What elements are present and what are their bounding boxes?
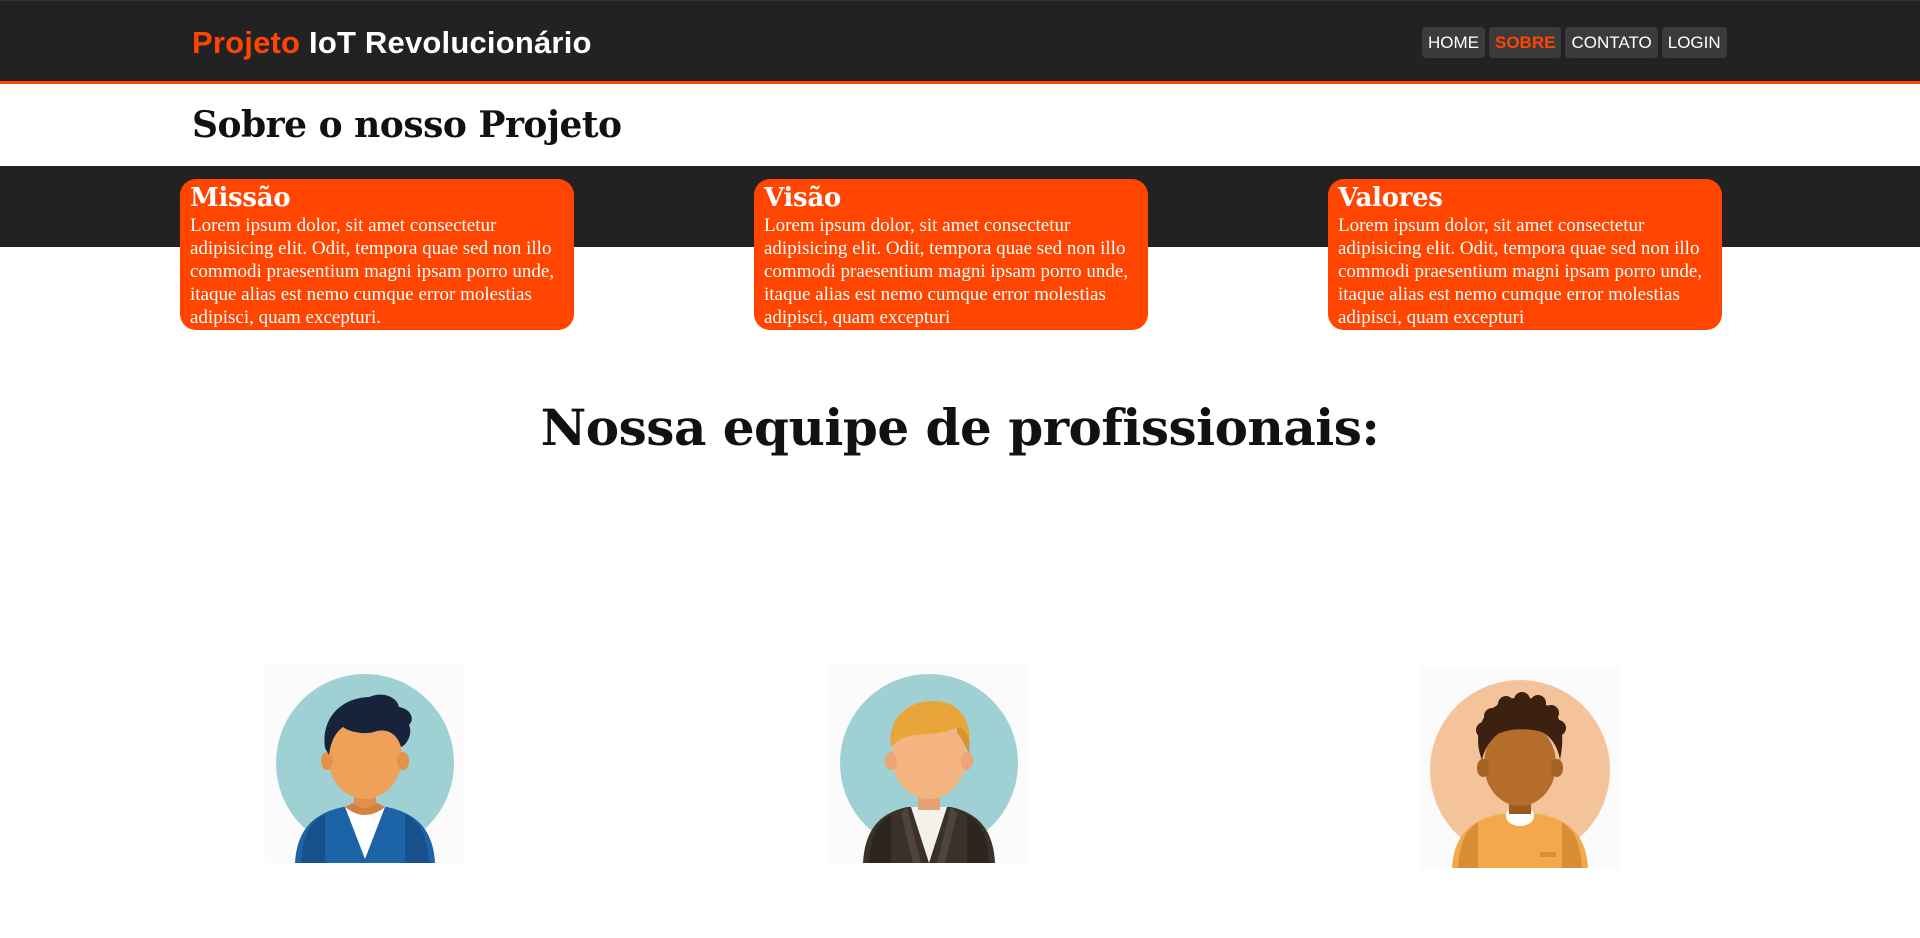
card-text: Lorem ipsum dolor, sit amet consectetur … (190, 215, 555, 328)
nav-sobre-button[interactable]: SOBRE (1489, 27, 1562, 58)
nav-contato-button[interactable]: CONTATO (1565, 27, 1658, 58)
card-missao: Missão Lorem ipsum dolor, sit amet conse… (180, 179, 574, 330)
team-heading: Nossa equipe de profissionais: (540, 398, 1380, 457)
brand-logo[interactable]: Projeto IoT Revolucionário (192, 25, 592, 61)
main-nav: HOME SOBRE CONTATO LOGIN (1422, 27, 1727, 58)
top-navbar: Projeto IoT Revolucionário HOME SOBRE CO… (0, 0, 1920, 84)
card-title: Missão (190, 183, 291, 213)
page-title: Sobre o nosso Projeto (192, 104, 622, 146)
male-avatar-black-hair-icon (276, 674, 454, 863)
male-avatar-blond-hair-icon (840, 674, 1018, 863)
team-member-avatar-3 (1420, 666, 1620, 868)
card-visao: Visão Lorem ipsum dolor, sit amet consec… (754, 179, 1148, 330)
brand-accent-text: Projeto (192, 25, 301, 60)
card-title: Valores (1338, 183, 1443, 213)
card-valores: Valores Lorem ipsum dolor, sit amet cons… (1328, 179, 1722, 330)
team-member-avatar-1 (265, 663, 465, 863)
nav-login-button[interactable]: LOGIN (1661, 27, 1727, 58)
male-avatar-curly-hair-icon (1430, 680, 1610, 868)
card-text: Lorem ipsum dolor, sit amet consectetur … (1338, 215, 1703, 328)
nav-home-button[interactable]: HOME (1422, 27, 1485, 58)
team-member-avatar-2 (829, 663, 1029, 863)
brand-text: IoT Revolucionário (300, 25, 592, 60)
card-text: Lorem ipsum dolor, sit amet consectetur … (764, 215, 1129, 328)
card-title: Visão (764, 183, 841, 213)
